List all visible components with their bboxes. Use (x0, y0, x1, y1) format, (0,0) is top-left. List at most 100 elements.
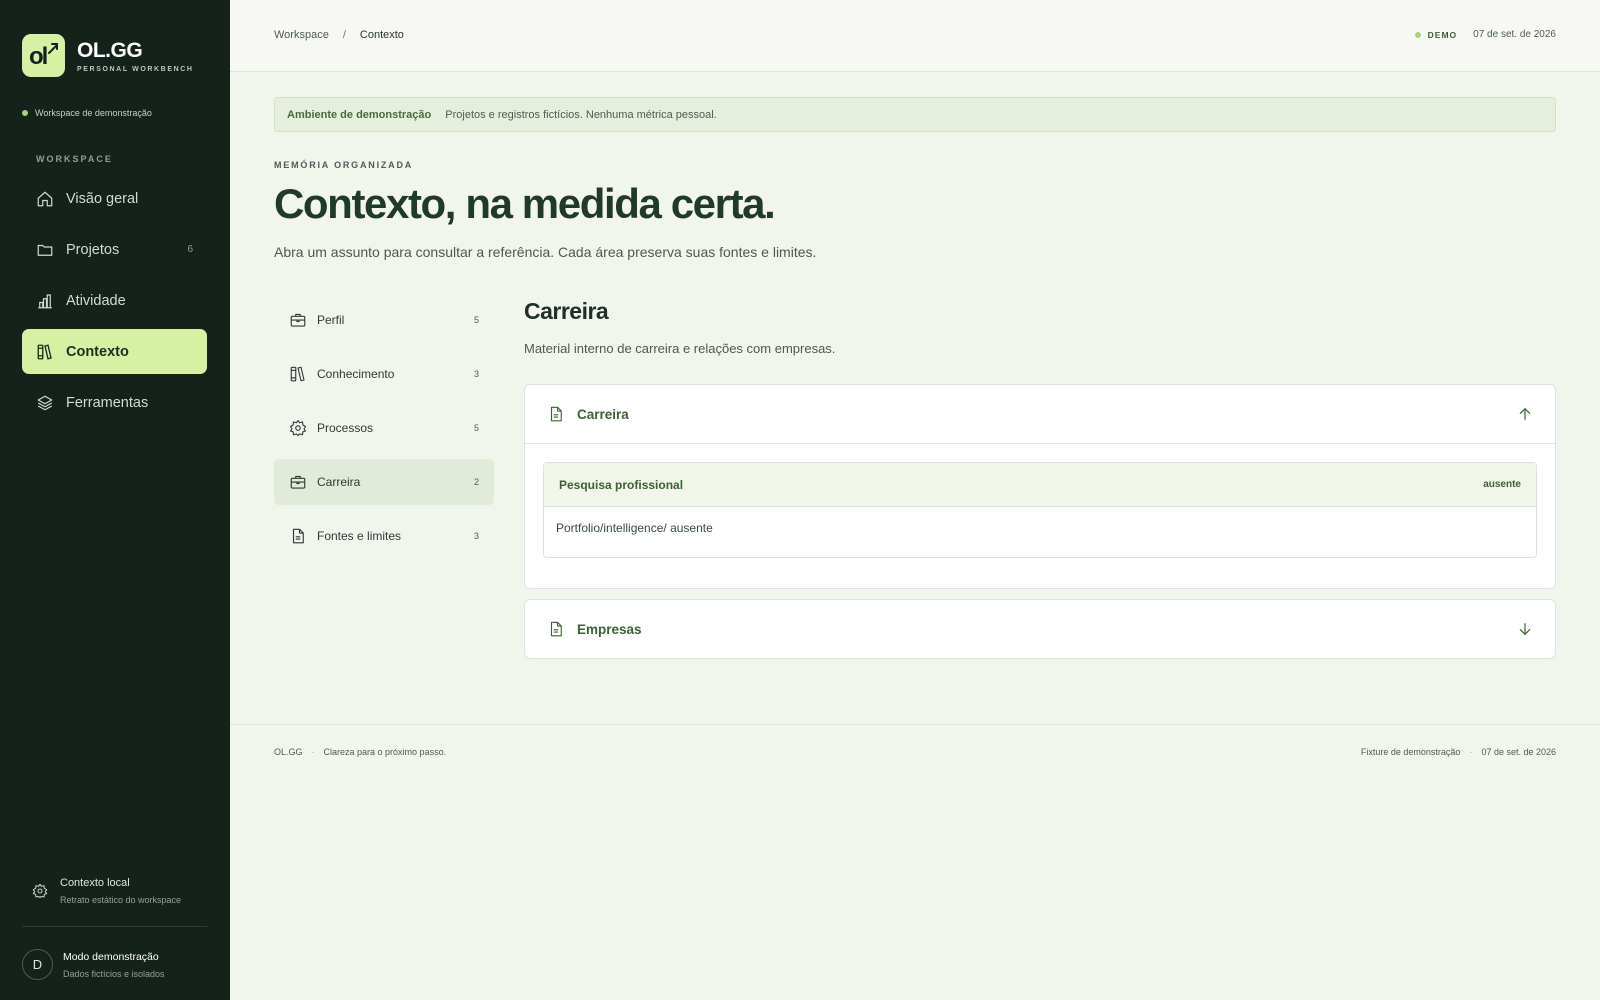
footer: OL.GG · Clareza para o próximo passo. Fi… (230, 724, 1600, 784)
workspace-status-label: Workspace de demonstração (35, 108, 152, 118)
sidebar-item-label: Projetos (66, 241, 120, 258)
subnav-item-fontes-e-limites[interactable]: Fontes e limites 3 (274, 513, 494, 559)
footer-separator: · (311, 747, 315, 757)
brand-subtitle: PERSONAL WORKBENCH (77, 65, 194, 73)
topbar: Workspace / Contexto DEMO 07 de set. de … (230, 0, 1600, 72)
footer-right: Fixture de demonstração · 07 de set. de … (1361, 747, 1556, 757)
sidebar-item-contexto[interactable]: Contexto (22, 329, 207, 374)
layers-icon (36, 394, 54, 412)
local-context-subtitle: Retrato estático do workspace (60, 895, 182, 905)
subnav-item-count: 3 (473, 531, 479, 541)
breadcrumb: Workspace / Contexto (274, 29, 404, 41)
sidebar-item-atividade[interactable]: Atividade (22, 278, 207, 323)
document-icon (289, 527, 307, 545)
page-eyebrow: MEMÓRIA ORGANIZADA (274, 160, 414, 170)
status-dot (22, 110, 28, 116)
folder-icon (36, 241, 54, 259)
nav-section-label: WORKSPACE (36, 154, 113, 164)
detail-title: Carreira (524, 298, 609, 324)
gear-icon (289, 419, 307, 437)
demo-badge-label: DEMO (1427, 29, 1458, 40)
sidebar-item-projetos[interactable]: Projetos 6 (22, 227, 207, 272)
footer-left: OL.GG · Clareza para o próximo passo. (274, 747, 446, 757)
subnav-item-label: Conhecimento (317, 367, 395, 381)
context-subnav: Perfil 5 Conhecimento 3 Processos 5 Carr… (274, 297, 494, 567)
sidebar-item-label: Visão geral (66, 190, 139, 207)
subnav-item-carreira[interactable]: Carreira 2 (274, 459, 494, 505)
page-title: Contexto, na medida certa. (274, 180, 776, 227)
local-context[interactable]: Contexto local Retrato estático do works… (32, 877, 181, 905)
subnav-item-processos[interactable]: Processos 5 (274, 405, 494, 451)
workspace-status: Workspace de demonstração (22, 108, 152, 118)
breadcrumb-separator: / (342, 29, 346, 41)
footer-separator: · (1469, 747, 1473, 757)
subnav-item-count: 5 (473, 423, 479, 433)
breadcrumb-workspace[interactable]: Workspace (274, 29, 329, 41)
subnav-item-label: Processos (317, 421, 374, 435)
avatar: D (22, 949, 53, 980)
demo-banner-title: Ambiente de demonstração (287, 108, 432, 121)
detail-description: Material interno de carreira e relações … (524, 341, 836, 356)
footer-fixture: Fixture de demonstração (1360, 747, 1461, 757)
subnav-item-count: 3 (473, 369, 479, 379)
logo: ol (22, 34, 65, 77)
accordion-header-carreira[interactable]: Carreira (525, 385, 1555, 443)
demo-banner: Ambiente de demonstração Projetos e regi… (274, 97, 1556, 132)
sidebar-item-count: 6 (187, 244, 193, 255)
accordion-title: Empresas (577, 621, 642, 637)
subnav-item-count: 2 (473, 477, 479, 487)
accordion-carreira: Carreira Pesquisa profissional ausente P… (524, 384, 1556, 589)
gear-icon (32, 883, 48, 899)
sidebar-divider (22, 926, 207, 927)
accordion-empresas: Empresas (524, 599, 1556, 659)
document-icon (547, 620, 565, 638)
user-mode-title: Modo demonstração (63, 950, 159, 963)
footer-tagline: Clareza para o próximo passo. (323, 747, 447, 757)
arrow-down-icon[interactable] (1517, 621, 1533, 637)
subnav-item-conhecimento[interactable]: Conhecimento 3 (274, 351, 494, 397)
topbar-date: 07 de set. de 2026 (1473, 29, 1556, 40)
subnav-item-label: Perfil (317, 313, 345, 327)
books-icon (36, 343, 54, 361)
brand-name: OL.GG (77, 38, 143, 62)
local-context-title: Contexto local (60, 877, 130, 889)
entry-body: Portfolio/intelligence/ ausente (556, 521, 713, 535)
subnav-item-perfil[interactable]: Perfil 5 (274, 297, 494, 343)
bar-chart-icon (36, 292, 54, 310)
topbar-status: DEMO 07 de set. de 2026 (1414, 29, 1556, 40)
user-mode-subtitle: Dados fictícios e isolados (63, 968, 165, 979)
entry-header: Pesquisa profissional ausente (544, 463, 1536, 507)
arrow-up-icon[interactable] (1517, 406, 1533, 422)
sidebar: ol OL.GG PERSONAL WORKBENCH Workspace de… (0, 0, 230, 1000)
briefcase-icon (289, 473, 307, 491)
entry-status: ausente (1483, 479, 1521, 490)
document-icon (547, 405, 565, 423)
sidebar-item-label: Contexto (66, 343, 129, 360)
entry-card: Pesquisa profissional ausente Portfolio/… (543, 462, 1537, 558)
sidebar-item-ferramentas[interactable]: Ferramentas (22, 380, 207, 425)
sidebar-item-visao-geral[interactable]: Visão geral (22, 176, 207, 221)
subnav-item-label: Carreira (317, 475, 361, 489)
breadcrumb-current: Contexto (359, 29, 404, 41)
sidebar-item-label: Atividade (66, 292, 126, 309)
footer-brand: OL.GG (274, 747, 303, 757)
subnav-item-label: Fontes e limites (317, 529, 402, 543)
accordion-title: Carreira (577, 406, 629, 422)
sidebar-nav: Visão geral Projetos 6 Atividade Context… (22, 176, 207, 431)
user-mode[interactable]: D Modo demonstração Dados fictícios e is… (22, 949, 165, 980)
accordion-header-empresas[interactable]: Empresas (525, 600, 1555, 658)
footer-date: 07 de set. de 2026 (1481, 747, 1556, 757)
demo-badge: DEMO (1414, 29, 1458, 40)
page-subtitle: Abra um assunto para consultar a referên… (274, 244, 817, 260)
logo-text: ol (29, 43, 47, 70)
sidebar-item-label: Ferramentas (66, 394, 149, 411)
accordion-body: Pesquisa profissional ausente Portfolio/… (525, 443, 1555, 588)
brand[interactable]: ol OL.GG PERSONAL WORKBENCH (22, 34, 194, 77)
status-dot (1414, 31, 1421, 38)
home-icon (36, 190, 54, 208)
briefcase-icon (289, 311, 307, 329)
books-icon (289, 365, 307, 383)
demo-banner-text: Projetos e registros fictícios. Nenhuma … (445, 108, 717, 121)
subnav-item-count: 5 (473, 315, 479, 325)
entry-title: Pesquisa profissional (559, 477, 684, 492)
